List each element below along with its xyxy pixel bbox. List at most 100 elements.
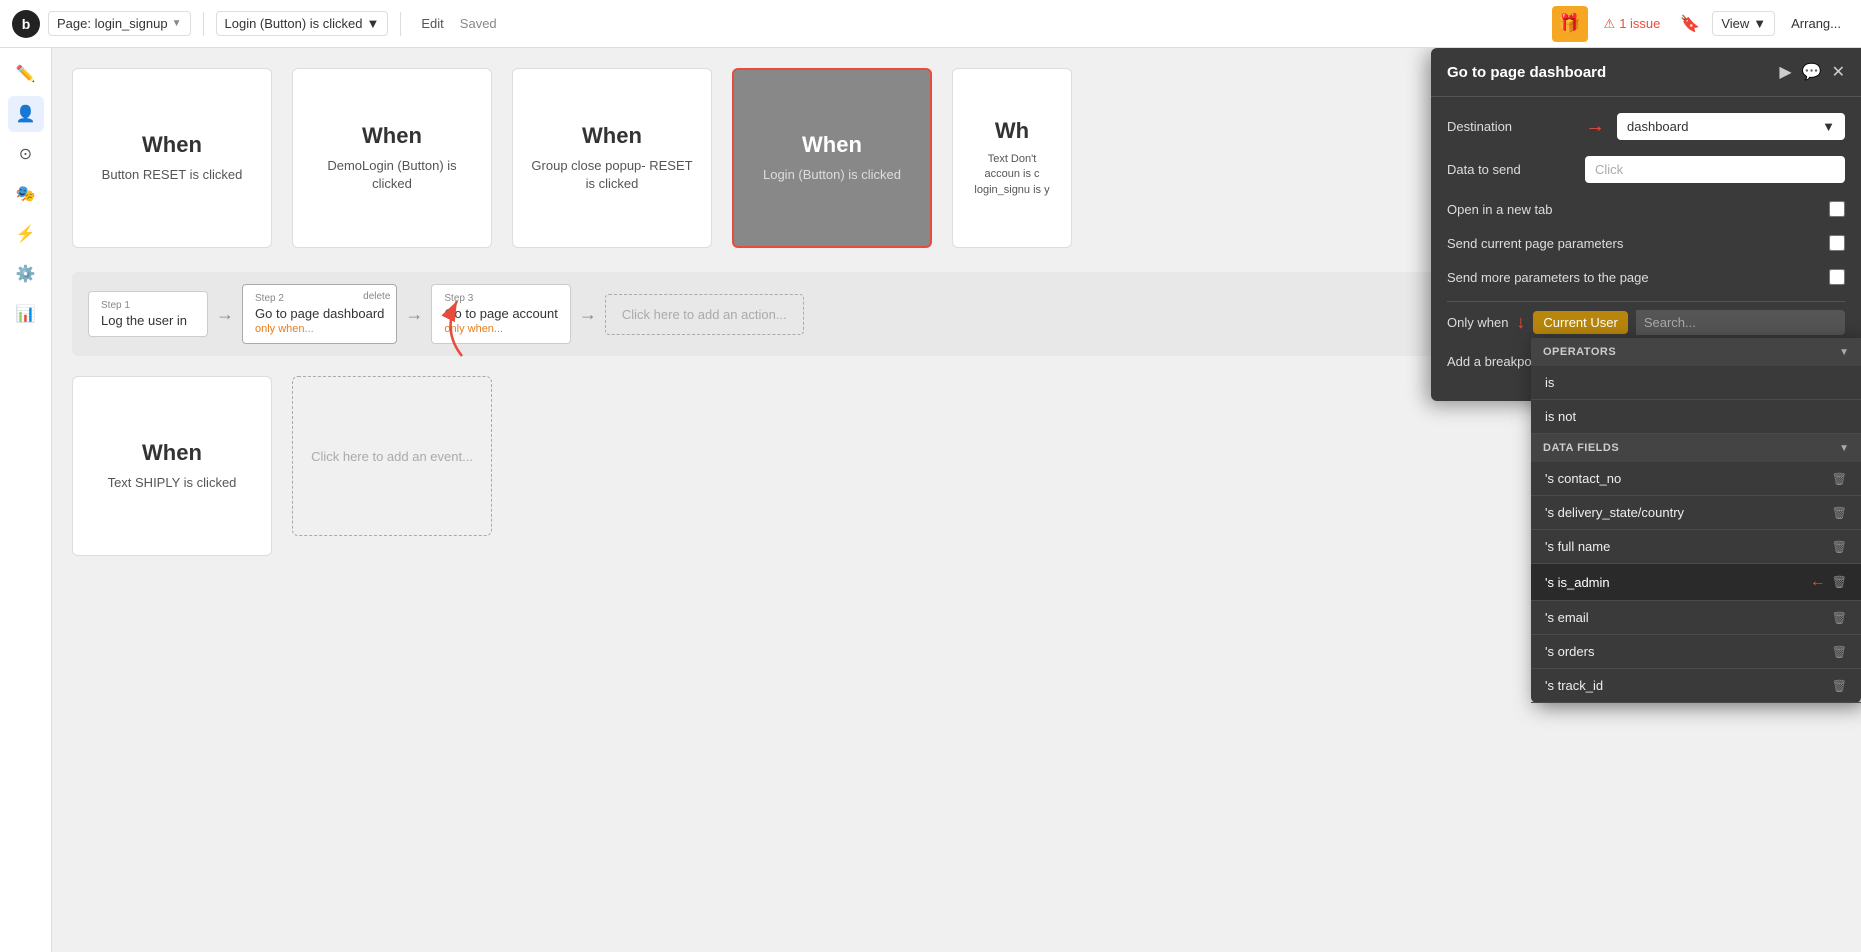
field-orders[interactable]: 's orders 🗑 — [1531, 635, 1861, 669]
send-current-params-label: Send current page parameters — [1447, 236, 1623, 251]
panel-header: Go to page dashboard ▶ 💬 ✕ — [1431, 48, 1861, 97]
topbar-divider2 — [400, 12, 401, 36]
step-add-action[interactable]: Click here to add an action... — [605, 294, 804, 335]
operators-section-header[interactable]: OPERATORS ▼ — [1531, 338, 1861, 366]
operator-is-not-text: is not — [1545, 409, 1576, 424]
operators-label: OPERATORS — [1543, 346, 1616, 358]
trigger-when-1: When — [142, 132, 202, 158]
arrange-button[interactable]: Arrang... — [1783, 12, 1849, 35]
field-orders-icon: 🗑 — [1832, 645, 1847, 659]
trigger-desc-shiply: Text SHIPLY is clicked — [108, 474, 237, 492]
data-fields-section-header[interactable]: DATA FIELDS ▼ — [1531, 434, 1861, 462]
sidebar-icon-user[interactable]: 👤 — [8, 96, 44, 132]
main-layout: ✏️ 👤 ⊙ 🎭 ⚡ ⚙️ 📊 When Button RESET is cli… — [0, 48, 1861, 952]
trigger-when-4: When — [802, 132, 862, 158]
bookmark-icon[interactable]: 🔖 — [1676, 10, 1704, 38]
panel-title: Go to page dashboard — [1447, 64, 1606, 81]
sidebar-icon-circle[interactable]: ⊙ — [8, 136, 44, 172]
field-delivery-state-text: 's delivery_state/country — [1545, 505, 1684, 520]
sidebar-icon-settings[interactable]: ⚙️ — [8, 256, 44, 292]
data-fields-label: DATA FIELDS — [1543, 442, 1619, 454]
warning-icon: ⚠ — [1604, 16, 1616, 32]
trigger-card-login[interactable]: When Login (Button) is clicked — [732, 68, 932, 248]
trigger-card-text-dont[interactable]: Wh Text Don't accoun is c login_signu is… — [952, 68, 1072, 248]
field-contact-no[interactable]: 's contact_no 🗑 — [1531, 462, 1861, 496]
page-selector[interactable]: Page: login_signup ▼ — [48, 11, 191, 36]
sidebar-icon-edit[interactable]: ✏️ — [8, 56, 44, 92]
step-subtitle-2[interactable]: only when... — [255, 323, 384, 335]
open-new-tab-label: Open in a new tab — [1447, 202, 1553, 217]
edit-tab[interactable]: Edit — [413, 12, 451, 35]
trigger-when-2: When — [362, 123, 422, 149]
view-label: View — [1721, 16, 1749, 31]
trigger-card-shiply[interactable]: When Text SHIPLY is clicked — [72, 376, 272, 556]
workflow-label: Login (Button) is clicked — [225, 16, 363, 31]
field-orders-text: 's orders — [1545, 644, 1594, 659]
panel-play-icon[interactable]: ▶ — [1779, 62, 1791, 82]
trigger-when-shiply: When — [142, 440, 202, 466]
operator-is[interactable]: is — [1531, 366, 1861, 400]
field-track-id[interactable]: 's track_id 🗑 — [1531, 669, 1861, 703]
sidebar-icon-lightning[interactable]: ⚡ — [8, 216, 44, 252]
trigger-desc-2: DemoLogin (Button) is clicked — [309, 157, 475, 193]
operator-is-not[interactable]: is not — [1531, 400, 1861, 434]
send-more-params-row: Send more parameters to the page — [1447, 267, 1845, 287]
panel-close-icon[interactable]: ✕ — [1832, 62, 1845, 82]
trigger-card-group-close[interactable]: When Group close popup- RESET is clicked — [512, 68, 712, 248]
step-box-1[interactable]: Step 1 Log the user in — [88, 291, 208, 337]
trigger-card-reset[interactable]: When Button RESET is clicked — [72, 68, 272, 248]
panel-destination-row: Destination → dashboard ▼ — [1447, 113, 1845, 140]
step-box-3[interactable]: Step 3 Go to page account only when... — [431, 284, 570, 344]
field-is-admin-icon: 🗑 — [1832, 575, 1847, 589]
data-to-send-label: Data to send — [1447, 162, 1577, 177]
open-new-tab-checkbox[interactable] — [1829, 201, 1845, 217]
field-delivery-state[interactable]: 's delivery_state/country 🗑 — [1531, 496, 1861, 530]
step-box-2[interactable]: Step 2 Go to page dashboard only when...… — [242, 284, 397, 344]
data-to-send-input[interactable]: Click — [1585, 156, 1845, 183]
trigger-desc-3: Group close popup- RESET is clicked — [529, 157, 695, 193]
field-is-admin[interactable]: 's is_admin ← 🗑 — [1531, 564, 1861, 601]
page-chevron: ▼ — [172, 18, 182, 29]
topbar-divider — [203, 12, 204, 36]
view-button[interactable]: View ▼ — [1712, 11, 1775, 36]
add-event-card[interactable]: Click here to add an event... — [292, 376, 492, 536]
field-email[interactable]: 's email 🗑 — [1531, 601, 1861, 635]
only-when-search[interactable] — [1636, 310, 1845, 335]
data-fields-chevron: ▼ — [1839, 443, 1849, 454]
saved-status: Saved — [460, 16, 497, 31]
step-subtitle-3[interactable]: only when... — [444, 323, 557, 335]
current-user-tag[interactable]: Current User — [1533, 311, 1627, 334]
send-more-params-label: Send more parameters to the page — [1447, 270, 1649, 285]
step-delete-2[interactable]: delete — [363, 291, 390, 302]
app-logo[interactable]: b — [12, 10, 40, 38]
field-contact-no-text: 's contact_no — [1545, 471, 1621, 486]
workflow-canvas: When Button RESET is clicked When DemoLo… — [52, 48, 1861, 952]
arrow-1: → — [216, 304, 234, 325]
panel-chat-icon[interactable]: 💬 — [1802, 62, 1822, 82]
topbar: b Page: login_signup ▼ Login (Button) is… — [0, 0, 1861, 48]
sidebar-icon-mask[interactable]: 🎭 — [8, 176, 44, 212]
view-chevron: ▼ — [1753, 16, 1766, 31]
trigger-desc-4: Login (Button) is clicked — [763, 166, 901, 184]
destination-selector[interactable]: dashboard ▼ — [1617, 113, 1845, 140]
panel-data-to-send-row: Data to send Click — [1447, 156, 1845, 183]
field-is-admin-text: 's is_admin — [1545, 575, 1610, 590]
only-when-label: Only when — [1447, 315, 1508, 330]
gift-button[interactable]: 🎁 — [1552, 6, 1588, 42]
only-when-red-arrow: ↓ — [1516, 312, 1525, 333]
issue-button[interactable]: ⚠ 1 issue — [1596, 12, 1669, 36]
workflow-selector[interactable]: Login (Button) is clicked ▼ — [216, 11, 389, 36]
field-full-name[interactable]: 's full name 🗑 — [1531, 530, 1861, 564]
destination-red-arrow: → — [1585, 115, 1605, 138]
trigger-card-demologin[interactable]: When DemoLogin (Button) is clicked — [292, 68, 492, 248]
field-delivery-state-icon: 🗑 — [1832, 506, 1847, 520]
operator-dropdown: OPERATORS ▼ is is not DATA FIELDS ▼ 's c… — [1531, 338, 1861, 703]
send-current-params-checkbox[interactable] — [1829, 235, 1845, 251]
sidebar-icon-chart[interactable]: 📊 — [8, 296, 44, 332]
field-email-icon: 🗑 — [1832, 611, 1847, 625]
send-more-params-checkbox[interactable] — [1829, 269, 1845, 285]
field-full-name-icon: 🗑 — [1832, 540, 1847, 554]
trigger-desc-5: Text Don't accoun is c login_signu is y — [969, 152, 1055, 198]
only-when-row: Only when ↓ Current User — [1447, 301, 1845, 343]
open-new-tab-row: Open in a new tab — [1447, 199, 1845, 219]
